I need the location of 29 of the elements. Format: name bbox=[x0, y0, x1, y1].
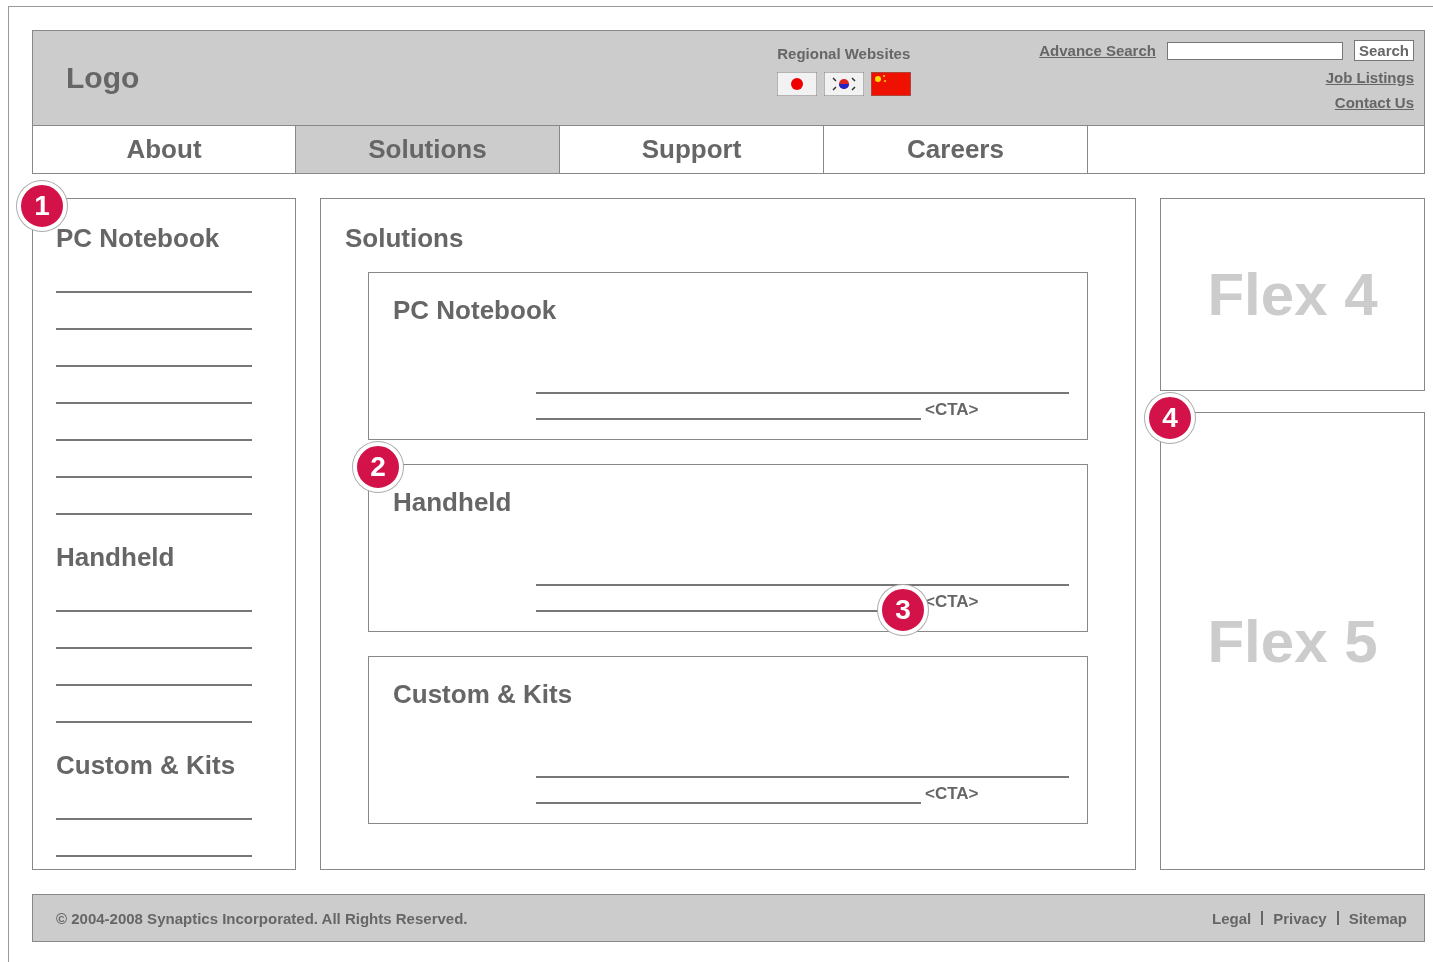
footer-link[interactable]: Legal bbox=[1212, 909, 1252, 927]
china-flag-icon[interactable] bbox=[871, 72, 912, 96]
cta-link[interactable]: <CTA> bbox=[925, 400, 979, 420]
advance-search-link[interactable]: Advance Search bbox=[1039, 42, 1156, 59]
card-title: PC Notebook bbox=[393, 295, 557, 325]
callout-badge: 2 bbox=[353, 442, 403, 492]
footer-link[interactable]: Privacy bbox=[1273, 909, 1327, 927]
japan-flag-icon[interactable] bbox=[777, 72, 818, 96]
cta-link[interactable]: <CTA> bbox=[925, 592, 979, 612]
search-button[interactable]: Search bbox=[1353, 40, 1414, 61]
content-heading: Solutions bbox=[345, 223, 464, 254]
sidebar-heading: Handheld bbox=[56, 542, 176, 572]
header-link[interactable]: Job Listings bbox=[1325, 69, 1414, 86]
cta-link[interactable]: <CTA> bbox=[925, 784, 979, 804]
korea-flag-icon[interactable] bbox=[824, 72, 865, 96]
callout-badge: 3 bbox=[878, 585, 928, 635]
card-title: Custom & Kits bbox=[393, 679, 573, 709]
nav-tab[interactable]: Support bbox=[560, 126, 824, 174]
callout-badge: 4 bbox=[1145, 393, 1195, 443]
regional-websites-label: Regional Websites bbox=[777, 45, 912, 62]
search-field[interactable] bbox=[1166, 41, 1343, 60]
nav-tab[interactable]: Careers bbox=[824, 126, 1088, 174]
sidebar-heading: Custom & Kits bbox=[56, 750, 237, 780]
nav-tab[interactable]: About bbox=[32, 126, 296, 174]
nav-tab[interactable]: Solutions bbox=[296, 126, 560, 174]
logo-text: Logo bbox=[66, 61, 141, 95]
copyright-text: © 2004-2008 Synaptics Incorporated. All Rights Reserved. bbox=[56, 909, 468, 927]
header-link[interactable]: Contact Us bbox=[1334, 94, 1414, 111]
footer-link[interactable]: Sitemap bbox=[1348, 909, 1407, 927]
